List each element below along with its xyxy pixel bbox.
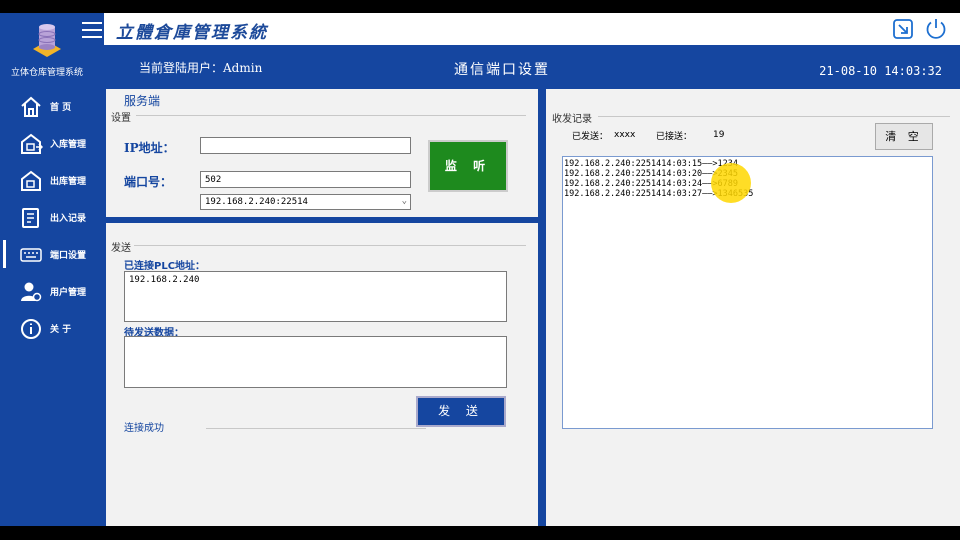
sent-count-value: xxxx: [614, 130, 636, 140]
client-select[interactable]: 192.168.2.240:22514 ⌄: [200, 194, 411, 210]
send-panel: 发送 已连接PLC地址： 192.168.2.240 待发送数据： 发 送 连接…: [106, 223, 538, 526]
page-title: 通信端口设置: [454, 62, 550, 78]
title-bar: 立體倉庫管理系統: [104, 13, 960, 45]
group-divider: [598, 116, 950, 117]
outbound-icon: [21, 170, 41, 191]
clear-button[interactable]: 清 空: [875, 123, 933, 150]
sidebar-item-port-settings[interactable]: 端口设置: [0, 237, 104, 271]
sidebar-item-inbound[interactable]: 入库管理: [0, 126, 104, 160]
sidebar-item-outbound[interactable]: 出库管理: [0, 163, 104, 197]
port-label: 端口号：: [124, 175, 173, 189]
log-line: 192.168.2.240:2251414:03:24——>6789: [564, 179, 738, 189]
inbound-icon: [21, 133, 43, 154]
sent-count-label: 已发送：: [572, 132, 609, 142]
sidebar-item-label: 入库管理: [50, 140, 87, 150]
sidebar-item-label: 出入记录: [50, 214, 87, 224]
database-logo-icon: [30, 23, 64, 59]
port-input[interactable]: 502: [200, 171, 411, 188]
sidebar-item-records[interactable]: 出入记录: [0, 200, 104, 234]
group-divider: [206, 428, 426, 429]
send-group-label: 发送: [111, 243, 131, 254]
sidebar-item-users[interactable]: 用户管理: [0, 274, 104, 308]
connection-status: 连接成功: [124, 423, 164, 434]
keyboard-icon: [20, 248, 42, 262]
received-count-label: 已接送：: [656, 132, 693, 142]
header-bar: 当前登陆用户：Admin 通信端口设置 21-08-10 14:03:32: [104, 45, 960, 87]
send-button[interactable]: 发 送: [416, 396, 506, 427]
app-window: 立体仓库管理系统 首 页 入库管理 出库管理 出入记录 端口设置 用户管理 关 …: [0, 13, 960, 526]
content-area: 服务端 设置 IP地址： 端口号： 502 192.168.2.240:2251…: [104, 87, 960, 526]
pending-data-textbox[interactable]: [124, 336, 507, 388]
app-title: 立體倉庫管理系統: [116, 23, 268, 43]
server-title: 服务端: [124, 94, 161, 108]
settings-group-label: 设置: [111, 113, 131, 124]
received-count-value: 19: [713, 130, 725, 140]
listen-button[interactable]: 监 听: [428, 140, 508, 192]
group-divider: [136, 115, 526, 116]
group-divider: [134, 245, 526, 246]
home-icon: [21, 96, 41, 117]
menu-toggle-icon[interactable]: [82, 22, 102, 38]
sidebar-item-label: 出库管理: [50, 177, 87, 187]
system-name: 立体仓库管理系统: [10, 68, 83, 78]
chevron-down-icon: ⌄: [401, 196, 407, 206]
log-line: 192.168.2.240:2251414:03:20——>2345: [564, 169, 738, 179]
sidebar-item-label: 用户管理: [50, 288, 87, 298]
minimize-icon[interactable]: [892, 18, 914, 40]
ip-address-input[interactable]: [200, 137, 411, 154]
server-panel: 服务端 设置 IP地址： 端口号： 502 192.168.2.240:2251…: [106, 89, 538, 217]
log-textbox[interactable]: 192.168.2.240:2251414:03:15——>1234 192.1…: [562, 156, 933, 429]
ip-label: IP地址：: [124, 141, 175, 155]
log-line: 192.168.2.240:2251414:03:27——>1346535: [564, 189, 754, 199]
log-panel: 收发记录 已发送： xxxx 已接送： 19 清 空 192.168.2.240…: [546, 89, 960, 526]
connected-plc-textbox[interactable]: 192.168.2.240: [124, 271, 507, 322]
current-user: 当前登陆用户：Admin: [139, 61, 263, 75]
active-indicator: [3, 240, 6, 268]
records-icon: [22, 208, 39, 228]
log-line: 192.168.2.240:2251414:03:15——>1234: [564, 159, 738, 169]
datetime: 21-08-10 14:03:32: [819, 64, 942, 78]
client-select-value: 192.168.2.240:22514: [205, 197, 308, 207]
sidebar-item-label: 关 于: [50, 325, 72, 335]
sidebar-item-label: 端口设置: [50, 251, 87, 261]
connected-plc-label: 已连接PLC地址：: [124, 261, 206, 272]
sidebar-item-about[interactable]: 关 于: [0, 311, 104, 345]
sidebar-item-home[interactable]: 首 页: [0, 89, 104, 123]
power-icon[interactable]: [924, 17, 948, 41]
sidebar-item-label: 首 页: [50, 103, 72, 113]
sidebar: 立体仓库管理系统 首 页 入库管理 出库管理 出入记录 端口设置 用户管理 关 …: [0, 13, 104, 526]
log-group-label: 收发记录: [552, 114, 592, 125]
user-settings-icon: [21, 282, 42, 302]
info-icon: [21, 319, 41, 339]
